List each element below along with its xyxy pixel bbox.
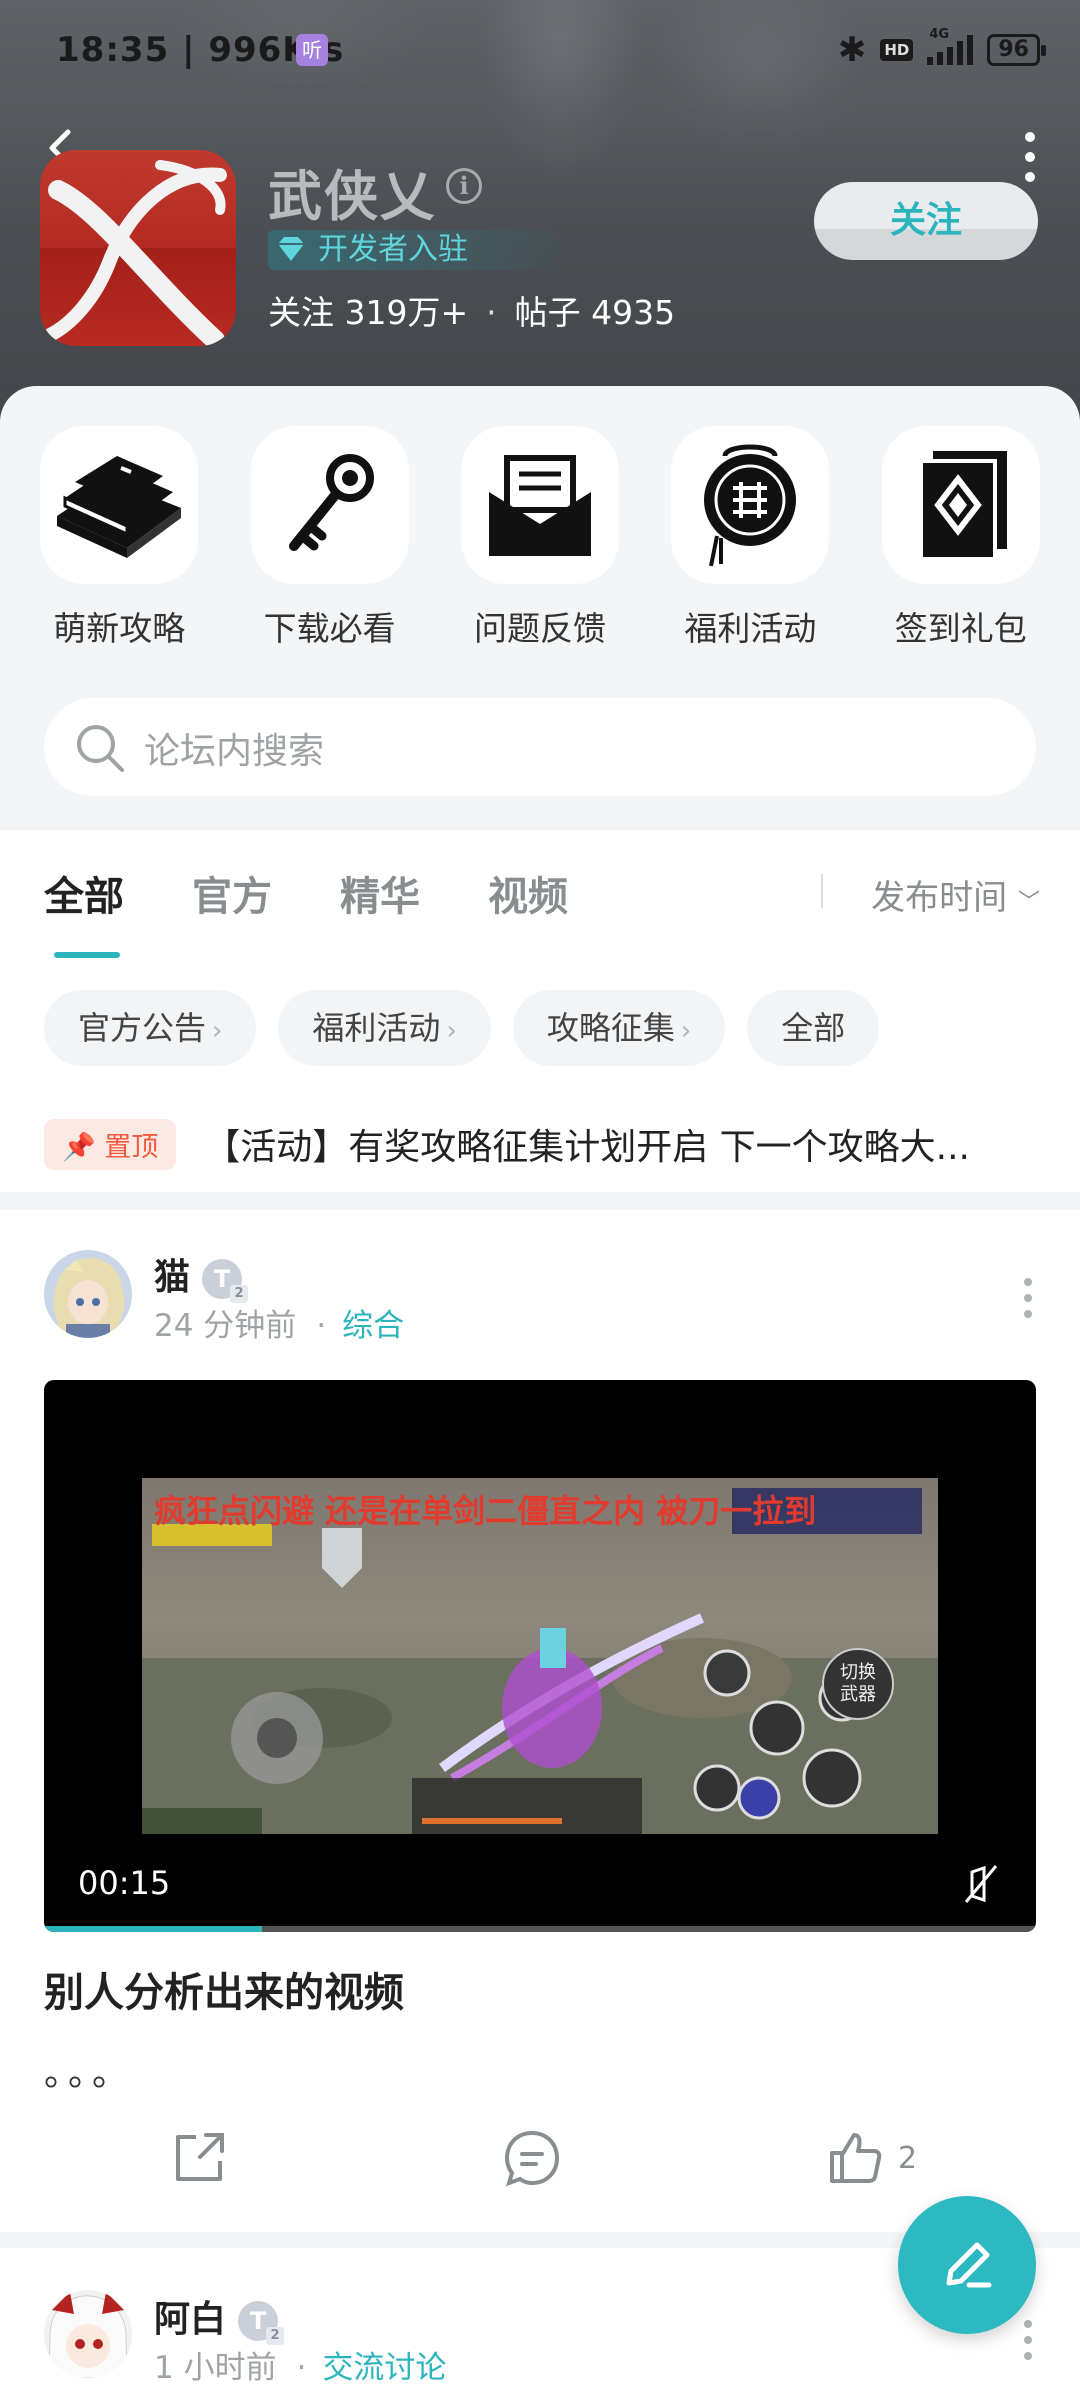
quick-link-label: 问题反馈 <box>473 609 606 648</box>
feed-tabs: 全部 官方 精华 视频 <box>44 864 568 958</box>
post-time: 24 分钟前 <box>154 1308 297 1344</box>
hd-badge: HD <box>880 39 914 61</box>
network-type: 4G <box>929 27 950 42</box>
hear-badge-icon: 听 <box>296 34 328 66</box>
quick-link-label: 福利活动 <box>684 609 817 648</box>
chevron-right-icon: › <box>680 1016 692 1046</box>
status-bar: 18:35 | 996K/s 听 ✱ HD 4G 96 <box>0 22 1080 82</box>
post-more-icon[interactable] <box>1024 2320 1034 2368</box>
more-options-icon[interactable] <box>1020 132 1040 188</box>
video-progress[interactable] <box>44 1926 1036 1932</box>
category-chips: 官方公告 › 福利活动 › 攻略征集 › 全部 <box>44 990 880 1066</box>
followers-label: 关注 <box>268 293 334 332</box>
quick-links: 萌新攻略 下载必看 问题反馈 福利活动 签到礼包 <box>0 426 1080 650</box>
share-button[interactable] <box>170 2128 228 2188</box>
user-level-badge: T <box>202 1259 249 1303</box>
like-count: 2 <box>898 2140 918 2176</box>
video-caption: 疯狂点闪避 还是在单剑二僵直之内 被刀一拉到 <box>154 1492 817 1530</box>
posts-count: 4935 <box>591 293 676 332</box>
tab-featured[interactable]: 精华 <box>340 864 420 922</box>
comment-icon <box>504 2130 560 2187</box>
book-stack-icon <box>57 456 182 558</box>
pinned-post[interactable]: 📌 置顶 【活动】有奖攻略征集计划开启 下一个攻略大... <box>44 1118 1044 1170</box>
search-placeholder: 论坛内搜索 <box>144 731 325 772</box>
tab-video[interactable]: 视频 <box>488 864 568 922</box>
forum-stats: 关注 319万+ · 帖子 4935 <box>268 293 676 332</box>
bluetooth-icon: ✱ <box>837 30 867 70</box>
battery-icon: 96 <box>987 34 1046 66</box>
medallion-icon <box>704 444 797 567</box>
quick-link-label: 下载必看 <box>263 609 396 648</box>
thumbs-up-icon <box>830 2133 882 2183</box>
compose-post-button[interactable] <box>898 2196 1036 2334</box>
quick-link-label: 萌新攻略 <box>53 609 186 648</box>
comment-button[interactable] <box>502 2128 562 2188</box>
post-username[interactable]: 阿白 T <box>154 2290 285 2345</box>
envelope-icon <box>488 455 591 556</box>
pinned-title: 【活动】有奖攻略征集计划开启 下一个攻略大... <box>204 1127 970 1168</box>
pinned-badge: 📌 置顶 <box>44 1118 177 1170</box>
post-actions: 2 <box>0 2128 1080 2188</box>
avatar[interactable] <box>44 1250 132 1338</box>
forum-logo <box>40 150 236 346</box>
chevron-right-icon: › <box>212 1016 223 1046</box>
quick-link-welfare[interactable]: 福利活动 <box>665 426 835 650</box>
pencil-icon <box>946 2242 992 2288</box>
user-level-badge: T <box>238 2301 285 2345</box>
post-time: 1 小时前 <box>154 2350 277 2386</box>
quick-link-feedback[interactable]: 问题反馈 <box>455 426 625 650</box>
info-icon[interactable]: i <box>446 168 482 204</box>
chevron-down-icon: ﹀ <box>1017 890 1040 915</box>
sort-label: 发布时间 <box>871 878 1008 918</box>
video-player[interactable]: 疯狂点闪避 还是在单剑二僵直之内 被刀一拉到 切换 武器 00:15 <box>44 1380 1036 1932</box>
developer-badge: 开发者入驻 <box>268 230 558 270</box>
search-icon <box>77 725 124 772</box>
key-icon <box>288 454 374 551</box>
quick-link-guide[interactable]: 萌新攻略 <box>34 426 204 650</box>
sort-dropdown[interactable]: 发布时间 ﹀ <box>821 870 1040 919</box>
video-duration: 00:15 <box>78 1864 171 1902</box>
posts-label: 帖子 <box>514 293 581 332</box>
chip-all[interactable]: 全部 <box>747 990 880 1066</box>
pin-icon: 📌 <box>62 1131 96 1163</box>
switch-weapon-button: 切换 武器 <box>822 1648 894 1720</box>
quick-link-label: 签到礼包 <box>894 609 1027 648</box>
like-button[interactable]: 2 <box>826 2128 917 2188</box>
forum-title: 武侠乂 <box>268 165 436 228</box>
post-body: 。。。 <box>44 2053 135 2094</box>
post-title[interactable]: 别人分析出来的视频 <box>44 1960 404 2018</box>
quick-link-download[interactable]: 下载必看 <box>245 426 415 650</box>
chevron-right-icon: › <box>446 1016 457 1046</box>
video-frame: 疯狂点闪避 还是在单剑二僵直之内 被刀一拉到 切换 武器 <box>142 1478 938 1834</box>
followers-count: 319万+ <box>344 293 469 332</box>
gift-card-icon <box>918 451 1007 561</box>
quick-link-checkin[interactable]: 签到礼包 <box>876 426 1046 650</box>
diamond-icon <box>278 237 304 261</box>
chip-welfare[interactable]: 福利活动 › <box>278 990 491 1066</box>
post-username[interactable]: 猫T <box>154 1248 249 1303</box>
forum-header: 18:35 | 996K/s 听 ✱ HD 4G 96 武侠乂 i 开发者入驻 … <box>0 0 1080 420</box>
divider <box>0 1192 1080 1210</box>
chip-official-announcement[interactable]: 官方公告 › <box>44 990 257 1066</box>
tab-official[interactable]: 官方 <box>192 864 272 922</box>
post-meta: 24 分钟前 · 综合 <box>154 1308 405 1344</box>
post-category[interactable]: 综合 <box>342 1308 404 1344</box>
mute-icon[interactable] <box>958 1862 1002 1906</box>
tab-all[interactable]: 全部 <box>44 864 124 958</box>
post-more-icon[interactable] <box>1024 1278 1034 1326</box>
forum-search[interactable]: 论坛内搜索 <box>44 698 1036 796</box>
chip-guide-collection[interactable]: 攻略征集 › <box>512 990 726 1066</box>
follow-button[interactable]: 关注 <box>814 182 1038 260</box>
share-icon <box>176 2133 224 2181</box>
post-category[interactable]: 交流讨论 <box>322 2350 446 2386</box>
signal-icon: 4G <box>927 27 974 65</box>
avatar[interactable] <box>44 2290 132 2378</box>
post-meta: 1 小时前 · 交流讨论 <box>154 2350 447 2386</box>
developer-badge-label: 开发者入驻 <box>318 232 468 267</box>
